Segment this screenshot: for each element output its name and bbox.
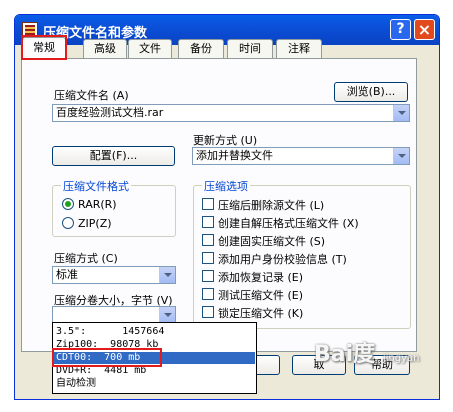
tab-advanced[interactable]: 高级 <box>83 39 127 58</box>
selection-highlight-box <box>52 348 162 367</box>
watermark-sub: jingyan <box>382 353 420 364</box>
list-item[interactable]: 自动检测 <box>54 378 255 390</box>
tab-comment[interactable]: 注释 <box>276 39 322 58</box>
tab-time[interactable]: 时间 <box>227 39 273 58</box>
tab-files[interactable]: 文件 <box>128 39 172 58</box>
help-title-button[interactable]: ? <box>390 19 411 40</box>
tab-backup[interactable]: 备份 <box>178 39 224 58</box>
watermark-text: Bai度 <box>314 342 376 367</box>
list-item[interactable]: 3.5": 1457664 <box>54 326 255 338</box>
general-tab-panel <box>21 58 417 352</box>
tab-highlight-box <box>21 35 67 60</box>
watermark: Bai度 jingyan <box>314 336 419 368</box>
close-button[interactable]: × <box>414 19 435 40</box>
